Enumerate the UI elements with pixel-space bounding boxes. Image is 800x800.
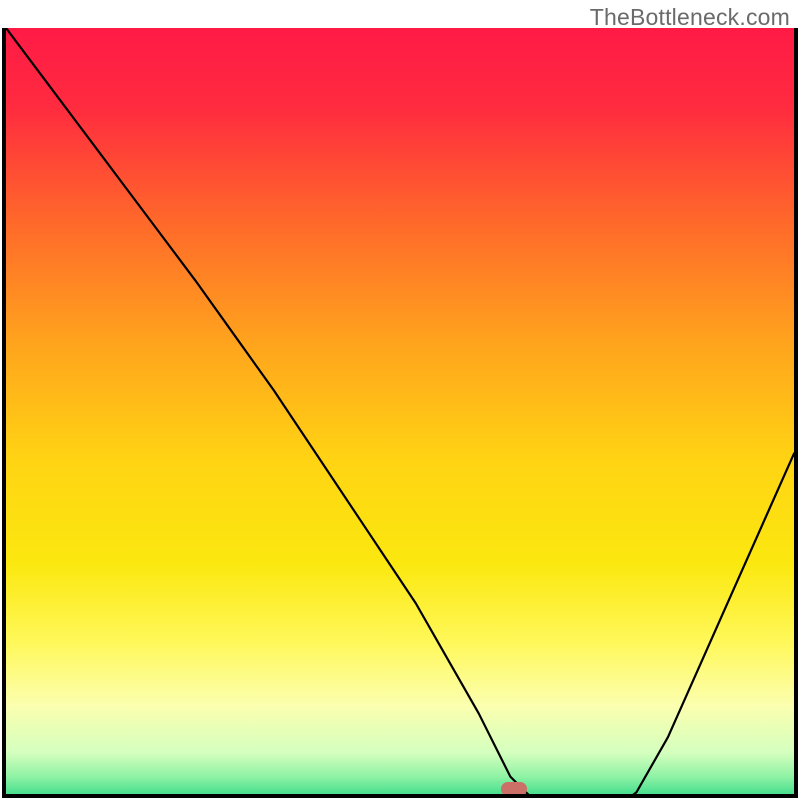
optimal-marker	[501, 782, 527, 796]
bottleneck-curve	[6, 28, 794, 798]
watermark-text: TheBottleneck.com	[590, 4, 790, 31]
chart-container: TheBottleneck.com	[0, 0, 800, 800]
plot-area	[2, 28, 798, 798]
